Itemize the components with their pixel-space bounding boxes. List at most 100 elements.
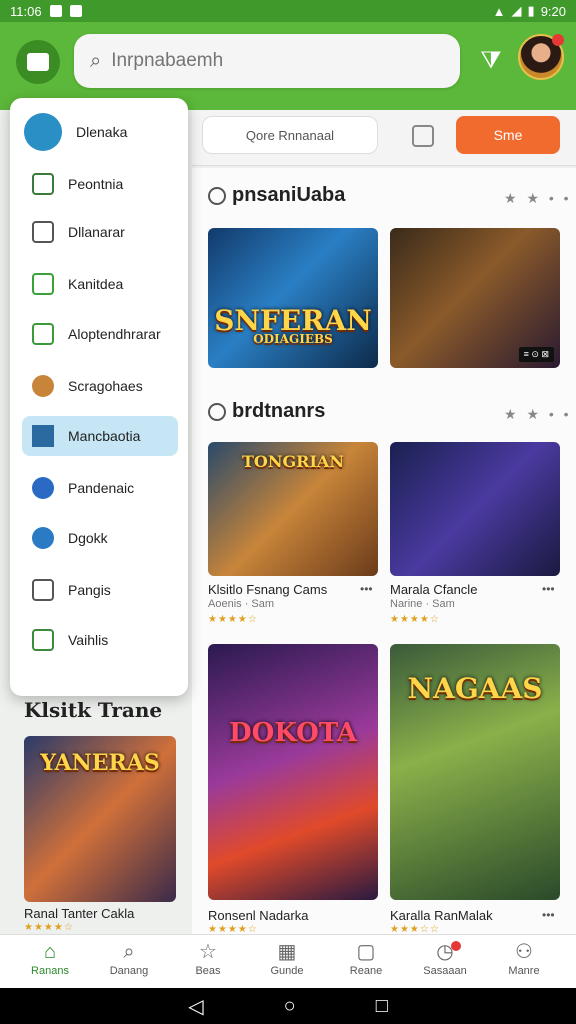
tile-logo-subtext: ODIAGIEBS	[253, 332, 333, 346]
card-subtitle: Narine · Sam	[390, 598, 455, 610]
game-tile[interactable]: YANERAS	[24, 736, 176, 902]
notification-icon	[49, 5, 62, 17]
nav-item[interactable]: ▦ Gunde	[251, 939, 323, 977]
drawer-item[interactable]: Dlenaka	[22, 112, 178, 152]
nav-item-label: Reane	[349, 965, 383, 977]
calendar-icon: ▦	[277, 941, 297, 963]
rating-stars: ★★★★☆	[390, 614, 440, 625]
home-icon	[24, 113, 62, 151]
game-tile[interactable]: NAGAAS	[390, 644, 560, 900]
logo-icon	[27, 53, 49, 71]
nav-item-label: Manre	[508, 965, 540, 977]
drawer-item[interactable]: Scragohaes	[22, 366, 178, 406]
game-tile[interactable]: ≡ ⊙ ⊠	[390, 228, 560, 368]
drawer-item-label: Aloptendhrarar	[68, 326, 161, 342]
search-icon: ⌕	[90, 49, 102, 72]
sword-icon	[32, 527, 54, 549]
chat-icon	[32, 221, 54, 243]
drawer-item[interactable]: Vaihlis	[22, 620, 178, 660]
drawer-item[interactable]: Kanitdea	[22, 264, 178, 304]
nav-item-label: Danang	[109, 965, 149, 977]
drawer-item[interactable]: Pandenaic	[22, 468, 178, 508]
drawer-item[interactable]: Pangis	[22, 570, 178, 610]
game-tile[interactable]: DOKOTA	[208, 644, 378, 900]
nav-item[interactable]: ⌂ Ranans	[14, 939, 86, 977]
navigation-drawer: Dlenaka Peontnia Dllanarar Kanitdea Aloptend…	[10, 98, 188, 696]
whatsapp-icon	[69, 5, 82, 17]
status-time: 11:06	[10, 3, 42, 19]
search-icon	[32, 273, 54, 295]
app-header: ⌕ ⧩	[0, 22, 576, 110]
drawer-item[interactable]: Dgokk	[22, 518, 178, 558]
section-more-button[interactable]: ★ ★ • •	[504, 406, 572, 423]
status-time-right: 9:20	[540, 3, 566, 19]
section-title: brdtnanrs	[208, 400, 325, 423]
back-icon[interactable]: ◁	[188, 994, 203, 1019]
section-title-text: pnsaniUaba	[232, 184, 346, 206]
drawer-item-label: Mancbaotia	[68, 428, 141, 444]
bottom-navigation: ⌂ Ranans ⌕ Danang ☆ Beas ▦ Gunde ▢ Reane ◷ Sasaaan ⚇…	[0, 934, 576, 988]
wifi-icon: ▲	[492, 3, 506, 19]
card-title[interactable]: Ronsenl Nadarka	[208, 908, 308, 923]
section-title-text: brdtnanrs	[232, 400, 326, 422]
action-button[interactable]: Sme	[456, 116, 560, 154]
nav-item-label: Ranans	[31, 965, 69, 977]
nav-item[interactable]: ⌕ Danang	[93, 939, 165, 977]
card-title[interactable]: Ranal Tanter Cakla	[24, 906, 134, 921]
game-tile[interactable]	[390, 442, 560, 576]
nav-item[interactable]: ⚇ Manre	[488, 939, 560, 977]
recents-icon[interactable]: □	[376, 995, 388, 1018]
list-icon	[32, 173, 54, 195]
signal-icon: ◢	[511, 3, 522, 18]
leaf-icon	[32, 323, 54, 345]
section-icon	[208, 186, 226, 205]
drawer-item[interactable]: Peontnia	[22, 164, 178, 204]
drawer-item-label: Peontnia	[68, 176, 124, 192]
tile-logo-text: YANERAS	[40, 750, 160, 776]
game-tile[interactable]: TONGRIAN	[208, 442, 378, 576]
nav-item[interactable]: ◷ Sasaaan	[409, 939, 481, 977]
star-icon: ☆	[199, 941, 217, 963]
more-options-icon[interactable]: •••	[542, 908, 555, 922]
notification-badge	[552, 34, 564, 46]
drawer-item[interactable]: Mancbaotia	[22, 416, 178, 456]
nav-item[interactable]: ▢ Reane	[330, 939, 402, 977]
drawer-item[interactable]: Dllanarar	[22, 212, 178, 252]
card-title[interactable]: Klsitlo Fsnang Cams	[208, 582, 327, 597]
controller-icon	[32, 477, 54, 499]
game-tile[interactable]: SNFERAN ODIAGIEBS	[208, 228, 378, 368]
drawer-item-label: Dlenaka	[76, 124, 128, 140]
bag-icon	[32, 579, 54, 601]
drawer-item[interactable]: Aloptendhrarar	[22, 314, 178, 354]
card-subtitle: Aoenis · Sam	[208, 598, 275, 610]
search-bar[interactable]: ⌕	[74, 34, 460, 88]
nav-item-label: Sasaaan	[423, 965, 467, 977]
search-input[interactable]	[111, 50, 432, 72]
tile-logo-text: TONGRIAN	[242, 452, 344, 471]
card-title[interactable]: Karalla RanMalak	[390, 908, 493, 923]
app-logo[interactable]	[16, 40, 60, 84]
home-icon: ⌂	[43, 941, 57, 963]
filter-bar: Qore Rnnanaal Sme	[192, 110, 576, 166]
card-title[interactable]: Marala Cfancle	[390, 582, 477, 597]
section-more-button[interactable]: ★ ★ • •	[504, 190, 572, 207]
view-toggle-icon[interactable]	[412, 125, 434, 147]
drawer-item-label: Vaihlis	[68, 632, 109, 648]
drawer-item-label: Kanitdea	[68, 276, 124, 292]
person-icon: ⚇	[515, 941, 533, 963]
box-icon	[32, 629, 54, 651]
status-bar: 11:06 ▲ ◢ ▮ 9:20	[0, 0, 576, 22]
nav-item[interactable]: ☆ Beas	[172, 939, 244, 977]
more-options-icon[interactable]: •••	[542, 582, 555, 596]
nav-item-label: Gunde	[270, 965, 304, 977]
section-title-left: Klsitk Trane	[24, 698, 163, 722]
filter-icon[interactable]: ⧩	[476, 46, 506, 76]
tile-logo-text: NAGAAS	[407, 672, 543, 705]
section-title: pnsaniUaba	[208, 184, 345, 207]
drawer-item-label: Pangis	[68, 582, 111, 598]
notification-badge	[451, 941, 461, 951]
drawer-item-label: Pandenaic	[68, 480, 135, 496]
home-button-icon[interactable]: ○	[284, 995, 296, 1018]
more-options-icon[interactable]: •••	[360, 582, 373, 596]
category-pill[interactable]: Qore Rnnanaal	[202, 116, 378, 154]
